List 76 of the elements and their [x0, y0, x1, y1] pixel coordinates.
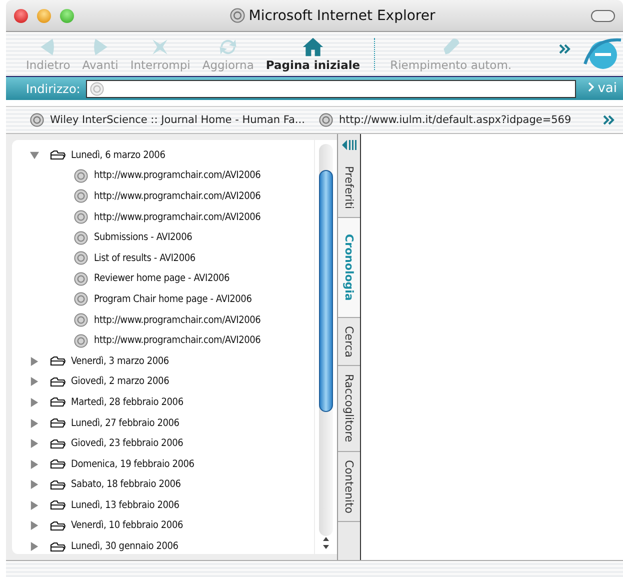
- minimize-icon[interactable]: [37, 8, 51, 22]
- window-title: Microsoft Internet Explorer: [248, 8, 436, 24]
- favorite-link[interactable]: http://www.iulm.it/default.aspx?idpage=569: [318, 113, 572, 127]
- scroll-arrows-icon[interactable]: [322, 536, 330, 550]
- globe-icon: [74, 230, 88, 245]
- scrollbar[interactable]: [314, 140, 337, 554]
- globe-icon: [74, 251, 88, 266]
- history-day[interactable]: Venerdì, 3 marzo 2006: [30, 350, 314, 372]
- history-item[interactable]: Submissions - AVI2006: [30, 227, 314, 248]
- disclosure-triangle-icon[interactable]: [30, 521, 39, 530]
- folder-icon: [50, 480, 66, 490]
- history-day[interactable]: Lunedì, 27 febbraio 2006: [30, 412, 314, 434]
- favorite-link[interactable]: Wiley InterScience :: Journal Home - Human Fa...: [30, 113, 305, 127]
- disclosure-triangle-icon[interactable]: [30, 377, 39, 386]
- history-item[interactable]: http://www.programchair.com/AVI2006: [30, 166, 314, 186]
- history-day[interactable]: Martedì, 28 febbraio 2006: [30, 392, 314, 413]
- collapse-icon[interactable]: [341, 138, 357, 152]
- sidebar-tab[interactable]: Raccoglitore: [338, 366, 360, 452]
- history-item[interactable]: http://www.programchair.com/AVI2006: [30, 186, 314, 207]
- history-day[interactable]: Venerdì, 10 febbraio 2006: [30, 516, 314, 536]
- disclosure-triangle-icon[interactable]: [30, 418, 39, 428]
- sidebar-tab[interactable]: Cronologia: [338, 218, 360, 318]
- globe-icon: [74, 272, 88, 286]
- globe-icon: [318, 113, 333, 127]
- disclosure-triangle-icon[interactable]: [30, 398, 39, 407]
- folder-icon: [50, 397, 66, 408]
- folder-icon: [50, 418, 66, 428]
- zoom-icon[interactable]: [60, 8, 74, 22]
- disclosure-triangle-icon[interactable]: [30, 356, 39, 366]
- home-icon: [302, 36, 324, 58]
- chevrons-icon[interactable]: [559, 44, 571, 54]
- history-item[interactable]: http://www.programchair.com/AVI2006: [30, 330, 314, 351]
- disclosure-triangle-icon[interactable]: [30, 542, 39, 552]
- close-icon[interactable]: [14, 8, 28, 22]
- folder-icon: [50, 520, 66, 531]
- history-day[interactable]: Giovedì, 2 marzo 2006: [30, 372, 314, 392]
- folder-icon: [50, 500, 66, 510]
- disclosure-triangle-icon[interactable]: [30, 439, 39, 448]
- home-button[interactable]: Pagina iniziale: [260, 36, 366, 72]
- chevrons-icon[interactable]: [603, 115, 615, 125]
- folder-icon: [50, 459, 66, 470]
- chevron-icon: [588, 82, 594, 92]
- disclosure-triangle-icon[interactable]: [30, 500, 39, 510]
- globe-icon: [74, 189, 88, 204]
- globe-icon: [30, 113, 44, 127]
- history-item[interactable]: Reviewer home page - AVI2006: [30, 268, 314, 290]
- globe-icon: [230, 8, 245, 23]
- folder-icon: [50, 376, 66, 387]
- folder-icon: [50, 150, 66, 160]
- history-day[interactable]: Lunedì, 6 marzo 2006: [30, 145, 314, 166]
- history-day[interactable]: Lunedì, 30 gennaio 2006: [30, 536, 314, 557]
- sidebar-tab[interactable]: Cerca: [338, 318, 360, 366]
- history-item[interactable]: Program Chair home page - AVI2006: [30, 289, 314, 310]
- history-item[interactable]: http://www.programchair.com/AVI2006: [30, 206, 314, 228]
- folder-icon: [50, 356, 66, 366]
- address-label: Indirizzo:: [26, 82, 80, 96]
- history-item[interactable]: http://www.programchair.com/AVI2006: [30, 310, 314, 330]
- history-day[interactable]: Sabato, 18 febbraio 2006: [30, 474, 314, 496]
- globe-icon: [74, 292, 88, 306]
- globe-icon: [90, 82, 104, 96]
- history-day[interactable]: Lunedì, 13 febbraio 2006: [30, 495, 314, 516]
- globe-icon: [74, 210, 88, 224]
- globe-icon: [74, 168, 88, 183]
- toolbar-toggle-icon[interactable]: [591, 10, 615, 22]
- history-day[interactable]: Giovedì, 23 febbraio 2006: [30, 433, 314, 454]
- disclosure-triangle-icon[interactable]: [30, 460, 39, 469]
- folder-icon: [50, 542, 66, 552]
- disclosure-triangle-icon[interactable]: [30, 150, 39, 160]
- disclosure-triangle-icon[interactable]: [30, 480, 39, 490]
- globe-icon: [74, 313, 88, 328]
- globe-icon: [74, 334, 88, 348]
- history-item[interactable]: List of results - AVI2006: [30, 248, 314, 269]
- sidebar-tab[interactable]: Contenito: [338, 452, 360, 522]
- folder-icon: [50, 438, 66, 449]
- address-field[interactable]: [86, 80, 576, 98]
- history-day[interactable]: Domenica, 19 febbraio 2006: [30, 454, 314, 474]
